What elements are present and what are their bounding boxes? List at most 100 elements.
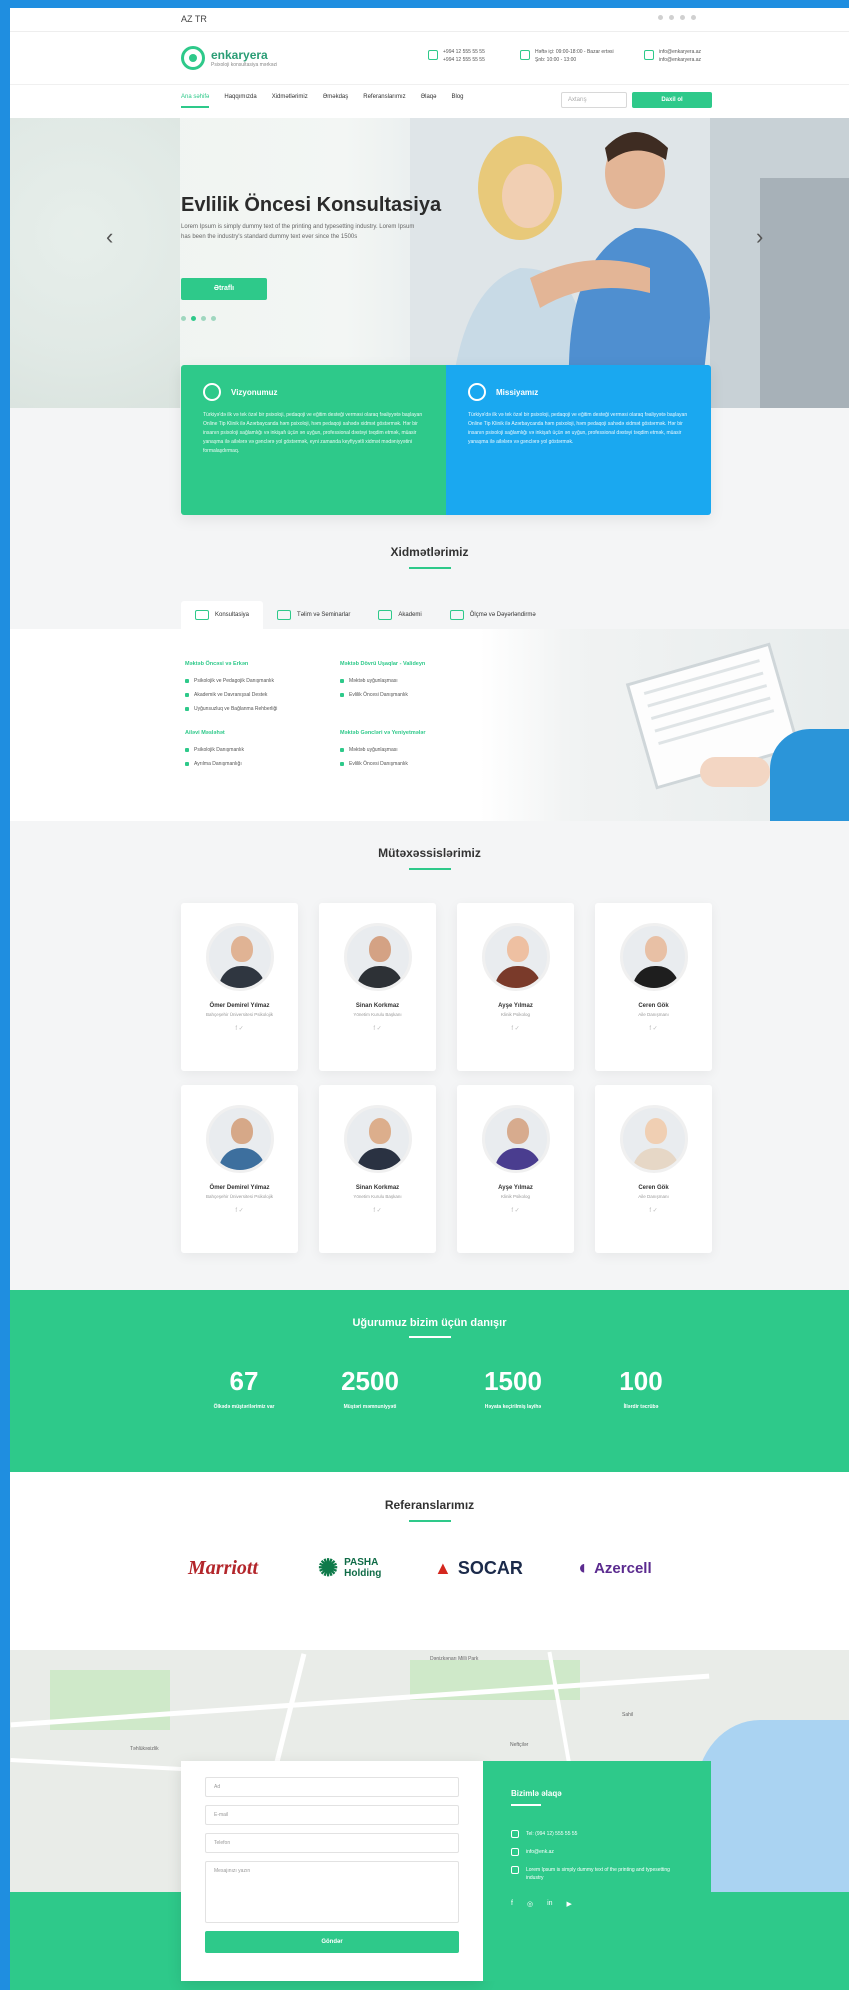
expert-card[interactable]: Ayşe Yılmaz Klinik Psikolog f ✓: [457, 903, 574, 1071]
hero-more-button[interactable]: Ətraflı: [181, 278, 267, 300]
avatar: [619, 1105, 688, 1173]
stat-number: 2500: [341, 1366, 399, 1396]
pasha-logo[interactable]: ✺ PASHA Holding: [318, 1550, 396, 1586]
expert-name: Ömer Demirel Yılmaz: [209, 1185, 270, 1191]
facebook-icon[interactable]: [658, 15, 663, 20]
expert-social-icons[interactable]: f ✓: [319, 1025, 436, 1032]
expert-social-icons[interactable]: f ✓: [457, 1207, 574, 1214]
azercell-swirl-icon: ◖: [576, 1556, 589, 1579]
service-link[interactable]: Akademik ve Davranışsal Destek: [185, 688, 335, 702]
nav-item-blog[interactable]: Blog: [451, 94, 463, 108]
slider-next-icon[interactable]: ›: [756, 224, 763, 250]
instagram-icon[interactable]: [680, 15, 685, 20]
services-panel: Məktəb Öncəsi və Erkən Psikolojik ve Ped…: [10, 629, 849, 821]
contact-email-text[interactable]: info@enk.az: [526, 1848, 554, 1856]
stat-item: 67 Ölkədə müştərilərimiz var: [189, 1366, 299, 1412]
twitter-icon[interactable]: [669, 15, 674, 20]
slider-dot-active[interactable]: [191, 316, 196, 321]
services-group-heading: Ailəvi Məsləhət: [185, 730, 225, 736]
expert-card[interactable]: Ayşe Yılmaz Klinik Psikolog f ✓: [457, 1085, 574, 1253]
slider-dot[interactable]: [181, 316, 186, 321]
socar-logo[interactable]: ▲ SOCAR: [434, 1550, 523, 1586]
logo-name: enkaryera: [211, 48, 268, 62]
expert-social-icons[interactable]: f ✓: [181, 1025, 298, 1032]
nav-item-about[interactable]: Haqqımızda: [224, 94, 256, 108]
slider-dot[interactable]: [201, 316, 206, 321]
service-link[interactable]: Uyğunsuzluq ve Bağlanma Rehberliği: [185, 702, 335, 716]
expert-card[interactable]: Ceren Gök Aile Danışmanı f ✓: [595, 1085, 712, 1253]
message-field[interactable]: Mesajınızı yazın: [205, 1861, 459, 1923]
nav-item-staff[interactable]: Əməkdaş: [323, 94, 349, 108]
expert-social-icons[interactable]: f ✓: [457, 1025, 574, 1032]
slider-prev-icon[interactable]: ‹: [106, 224, 113, 250]
service-link[interactable]: Məktəb uyğunlaşması: [340, 674, 490, 688]
instagram-icon[interactable]: ◎: [527, 1900, 533, 1908]
email-field[interactable]: E-mail: [205, 1805, 459, 1825]
expert-name: Sinan Korkmaz: [355, 1003, 400, 1009]
facebook-icon[interactable]: f: [511, 1900, 513, 1908]
expert-card[interactable]: Ömer Demirel Yılmaz Bahçeşehir Üniversit…: [181, 903, 298, 1071]
expert-card[interactable]: Ceren Gök Aile Danışmanı f ✓: [595, 903, 712, 1071]
language-switcher[interactable]: AZ TR: [181, 14, 207, 24]
references-title-underline: [409, 1520, 451, 1522]
stat-item: 2500 Müştəri məmnuniyyəti: [315, 1366, 425, 1412]
services-group-heading: Məktəb Öncəsi və Erkən: [185, 661, 249, 667]
phone-field[interactable]: Telefon: [205, 1833, 459, 1853]
nav-item-references[interactable]: Referanslarımız: [363, 94, 405, 108]
header: enkaryera Psixoloji konsultasiya mərkəzi…: [10, 32, 849, 84]
service-link[interactable]: Psikolojik ve Pedagojik Danışmanlık: [185, 674, 335, 688]
contact-phone-text[interactable]: Tel: (994 12) 555 55 55: [526, 1830, 577, 1838]
avatar: [619, 923, 688, 991]
email-line-1[interactable]: info@enkaryera.az: [659, 48, 701, 56]
phone-line-2[interactable]: +994 12 555 55 55: [443, 56, 485, 64]
tab-assessment[interactable]: Ölçmə və Dəyərləndirmə: [436, 601, 550, 629]
tab-consultation[interactable]: Konsultasiya: [181, 601, 264, 629]
mission-title: Missiyamız: [496, 387, 539, 397]
expert-social-icons[interactable]: f ✓: [181, 1207, 298, 1214]
phone-line-1[interactable]: +994 12 555 55 55: [443, 48, 485, 56]
expert-role: Yönetim Kurulu Başkanı: [353, 1012, 402, 1017]
expert-role: Bahçeşehir Üniversitesi Psikolojik: [205, 1194, 274, 1199]
nav-item-home[interactable]: Ana səhifə: [181, 94, 210, 108]
linkedin-icon[interactable]: [691, 15, 696, 20]
eye-icon: [203, 383, 221, 401]
service-link[interactable]: Məktəb uyğunlaşması: [340, 743, 490, 757]
expert-card[interactable]: Sinan Korkmaz Yönetim Kurulu Başkanı f ✓: [319, 903, 436, 1071]
mission-card: Missiyamız Türkiyə'də ilk və tek özəl bi…: [446, 365, 711, 515]
expert-social-icons[interactable]: f ✓: [595, 1207, 712, 1214]
send-button[interactable]: Göndər: [205, 1931, 459, 1953]
service-link[interactable]: Psikolojik Danışmanlık: [185, 743, 335, 757]
nav-item-services[interactable]: Xidmətlərimiz: [272, 94, 308, 108]
header-hours: Həftə içi: 09:00-18:00 - Bazar ertəsi Şn…: [520, 48, 614, 64]
slider-dot[interactable]: [211, 316, 216, 321]
youtube-icon[interactable]: ▶: [567, 1900, 572, 1908]
stat-label: Həyata keçirilmiş layihə: [484, 1404, 542, 1410]
name-field[interactable]: Ad: [205, 1777, 459, 1797]
service-link[interactable]: Ayrılma Danışmanlığı: [185, 757, 335, 771]
expert-social-icons[interactable]: f ✓: [319, 1207, 436, 1214]
services-tabs: Konsultasiya Təlim və Seminarlar Akademi…: [181, 601, 711, 629]
map-label: Sahil: [622, 1712, 634, 1718]
service-link[interactable]: Evlilik Öncesi Danışmanlık: [340, 757, 490, 771]
header-phone: +994 12 555 55 55 +994 12 555 55 55: [428, 48, 485, 64]
map-sea: [696, 1720, 849, 1892]
page: AZ TR enkaryera Psixoloji konsultasiya m…: [10, 8, 849, 1990]
tab-academy[interactable]: Akademi: [364, 601, 435, 629]
marriott-logo[interactable]: Marriott: [188, 1550, 258, 1586]
stat-label: Müştəri məmnuniyyəti: [343, 1404, 397, 1410]
search-input[interactable]: Axtarış: [561, 92, 627, 108]
map-label: Dənizkənarı Milli Park: [430, 1656, 479, 1662]
linkedin-icon[interactable]: in: [547, 1900, 552, 1908]
expert-social-icons[interactable]: f ✓: [595, 1025, 712, 1032]
nav-item-contact[interactable]: Əlaqə: [421, 94, 437, 108]
tab-trainings[interactable]: Təlim və Seminarlar: [263, 601, 364, 629]
service-link[interactable]: Evlilik Öncesi Danışmanlık: [340, 688, 490, 702]
azercell-logo[interactable]: ◖ Azercell: [576, 1550, 652, 1586]
pasha-logo-text: PASHA Holding: [344, 1557, 382, 1579]
site-logo[interactable]: enkaryera Psixoloji konsultasiya mərkəzi: [181, 46, 277, 70]
slider-dots: [181, 316, 216, 321]
signin-button[interactable]: Daxil ol: [632, 92, 712, 108]
expert-card[interactable]: Ömer Demirel Yılmaz Bahçeşehir Üniversit…: [181, 1085, 298, 1253]
email-line-2[interactable]: info@enkaryera.az: [659, 56, 701, 64]
expert-card[interactable]: Sinan Korkmaz Yönetim Kurulu Başkanı f ✓: [319, 1085, 436, 1253]
